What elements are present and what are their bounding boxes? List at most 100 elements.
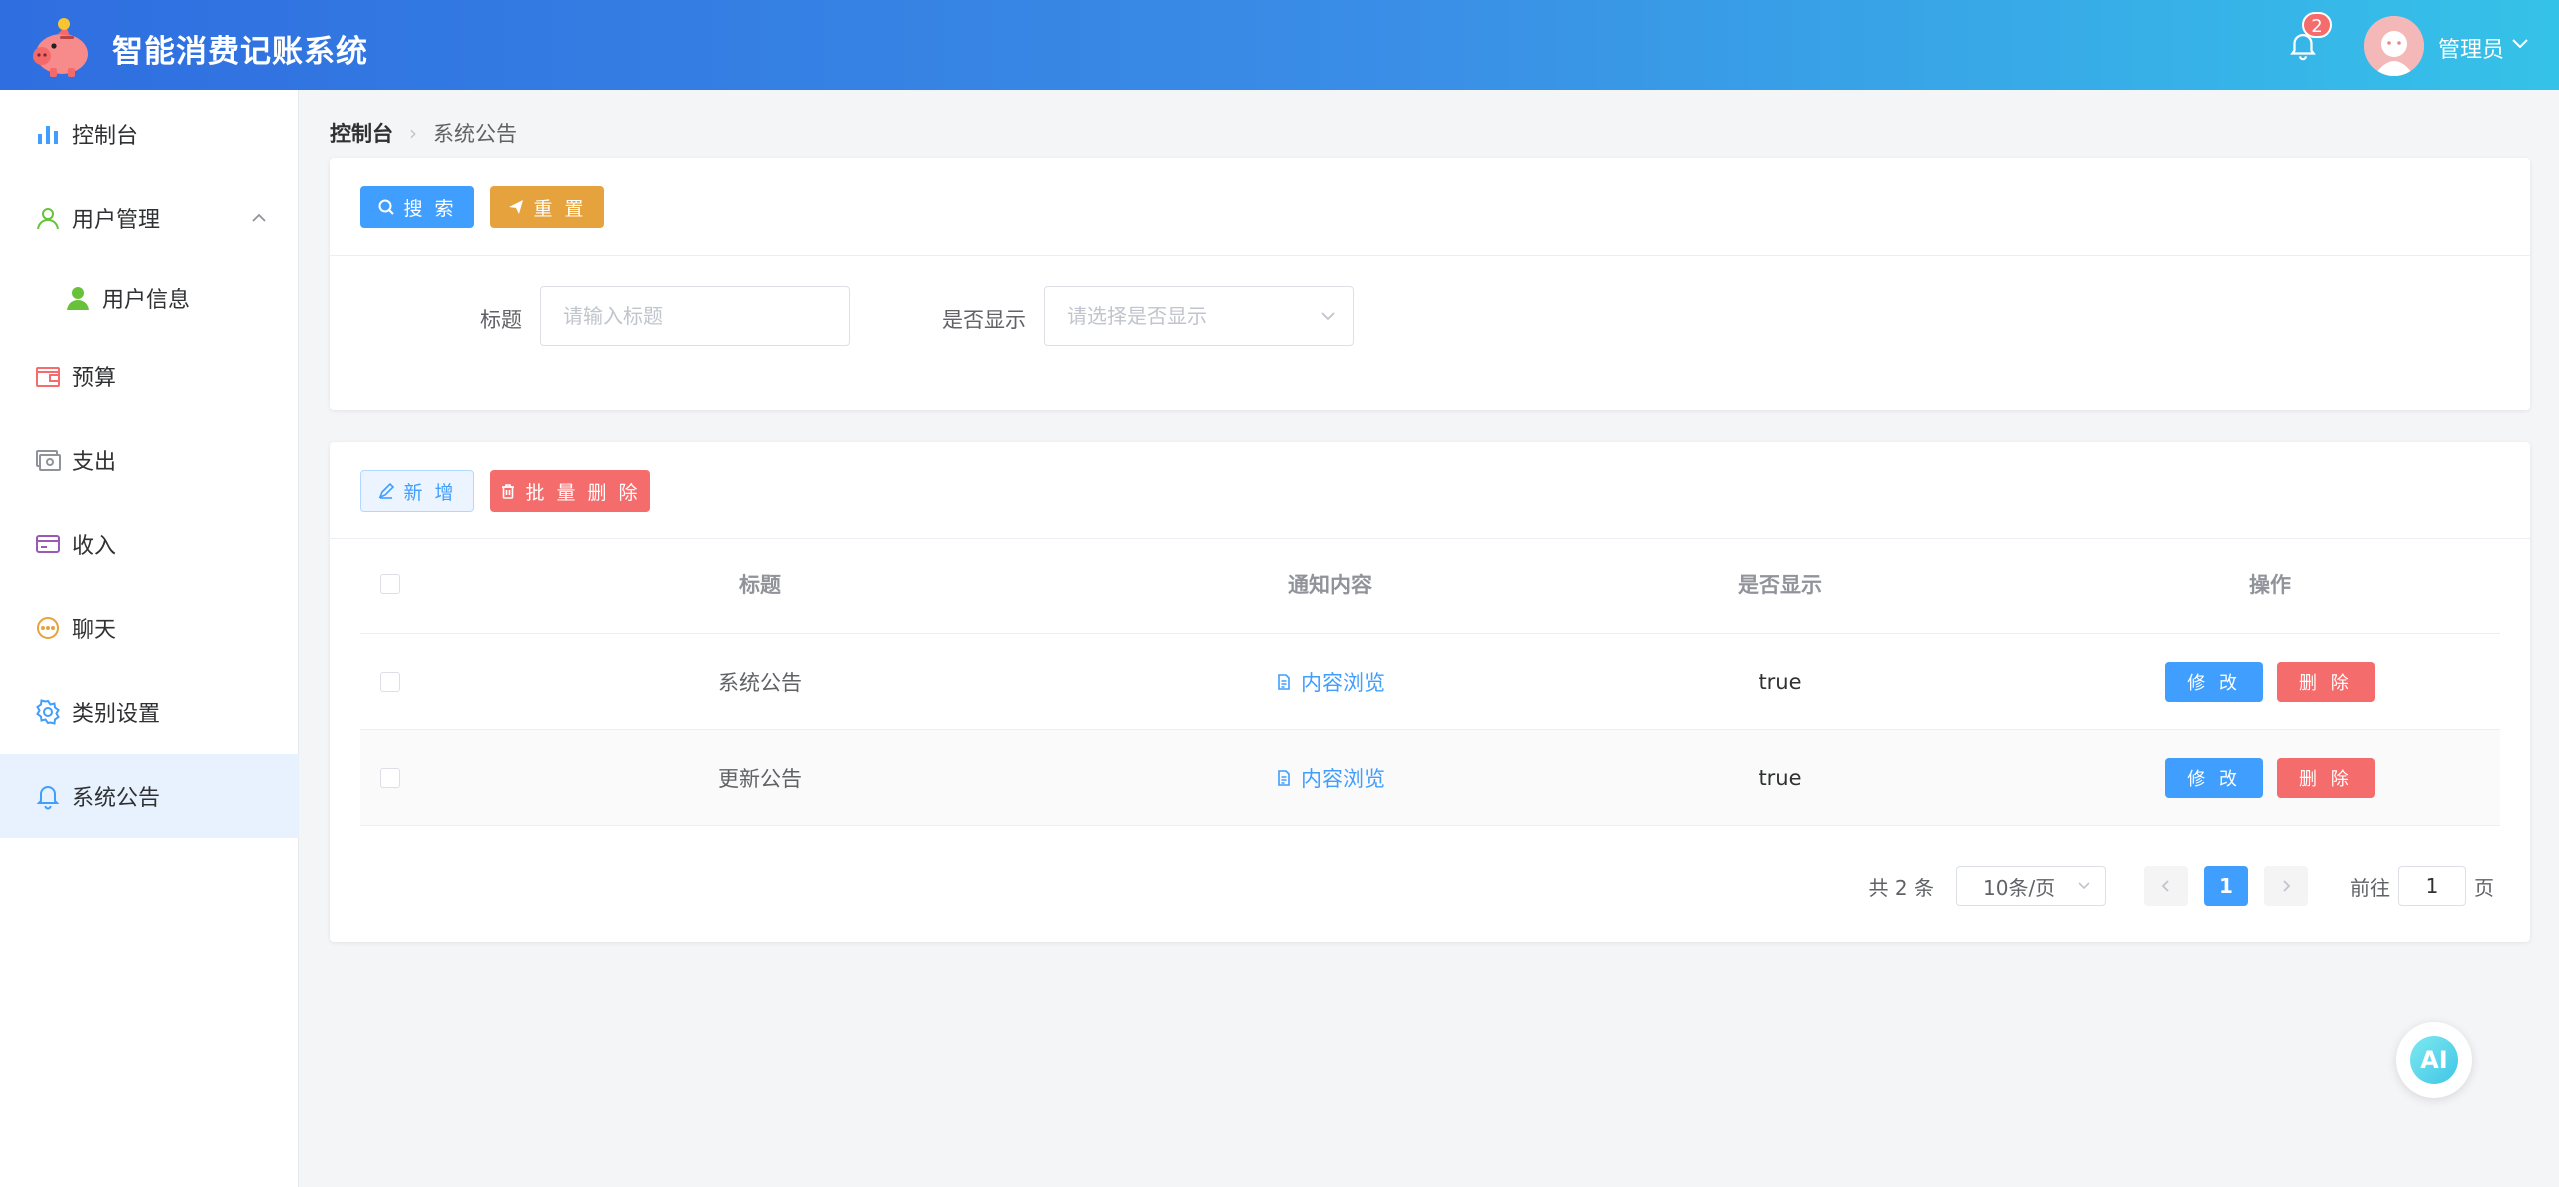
delete-button[interactable]: 删 除: [2277, 661, 2375, 702]
page-size-value: 10条/页: [1983, 875, 2056, 900]
goto-page-input[interactable]: 1: [2398, 866, 2466, 906]
user-name[interactable]: 管理员: [2438, 32, 2504, 64]
chevron-left-icon: [2161, 880, 2169, 892]
search-icon: [378, 199, 395, 215]
sidebar-item-category-settings[interactable]: 类别设置: [0, 672, 299, 752]
gear-icon: [36, 699, 60, 725]
page-number-button[interactable]: 1: [2204, 866, 2248, 906]
delete-button[interactable]: 删 除: [2277, 757, 2375, 798]
next-page-button[interactable]: [2264, 866, 2308, 906]
trash-icon: [502, 484, 515, 499]
row-title: 系统公告: [718, 670, 802, 695]
user-outline-icon: [37, 208, 59, 230]
reset-button-label: 重 置: [533, 197, 587, 220]
breadcrumb-home[interactable]: 控制台: [330, 118, 393, 148]
card-icon: [36, 535, 60, 553]
content-view-label: 内容浏览: [1301, 670, 1385, 695]
table-row: 更新公告 内容浏览 true 修 改 删 除: [360, 730, 2500, 826]
sidebar-item-dashboard[interactable]: 控制台: [0, 94, 299, 174]
top-header: 智能消费记账系统 2 管理员: [0, 0, 2559, 90]
sidebar-item-announcements[interactable]: 系统公告: [0, 754, 299, 838]
row-content-cell: 内容浏览: [1100, 634, 1560, 729]
sidebar-item-expense[interactable]: 支出: [0, 420, 299, 500]
batch-delete-button[interactable]: 批 量 删 除: [490, 470, 650, 512]
edit-button[interactable]: 修 改: [2165, 757, 2263, 798]
sidebar-item-user-info[interactable]: 用户信息: [0, 258, 299, 338]
row-show: true: [1758, 765, 1802, 790]
title-input-wrapper[interactable]: [540, 286, 850, 346]
row-checkbox[interactable]: [380, 767, 400, 788]
column-header-content: 通知内容: [1288, 572, 1372, 597]
sidebar-item-label: 用户信息: [102, 288, 191, 313]
chevron-up-icon: [252, 213, 266, 222]
table-card: 新 增 批 量 删 除 标题 通知内容 是否显示 操作 系统公告 内容浏览 tr…: [330, 442, 2530, 942]
select-all-checkbox[interactable]: [380, 573, 400, 594]
title-input[interactable]: [541, 287, 849, 345]
sidebar: 控制台 用户管理 用户信息 预算 支出 收入 聊天 类别设置 系统公告: [0, 90, 299, 1187]
reset-button[interactable]: 重 置: [490, 186, 604, 228]
ai-assistant-button[interactable]: AI: [2396, 1022, 2472, 1098]
app-title: 智能消费记账系统: [112, 34, 368, 70]
ai-label: AI: [2410, 1036, 2458, 1084]
sidebar-item-user-management[interactable]: 用户管理: [0, 178, 299, 258]
bar-chart-icon: [38, 126, 58, 144]
chevron-down-icon: [2078, 882, 2090, 890]
breadcrumb-current: 系统公告: [433, 122, 517, 146]
document-icon: [1278, 673, 1290, 690]
search-card: 搜 索 重 置 标题 是否显示: [330, 158, 2530, 410]
breadcrumb: 控制台 › 系统公告: [330, 118, 517, 148]
goto-suffix: 页: [2474, 875, 2494, 900]
piggy-bank-logo-icon: [33, 18, 88, 77]
column-header-show: 是否显示: [1738, 572, 1822, 597]
row-content-cell: 内容浏览: [1100, 730, 1560, 825]
row-actions: 修 改 删 除: [2050, 634, 2490, 729]
table-row: 系统公告 内容浏览 true 修 改 删 除: [360, 634, 2500, 730]
user-filled-icon: [67, 287, 89, 310]
chevron-down-icon: [1321, 312, 1335, 321]
wallet-icon: [36, 367, 60, 387]
sidebar-item-label: 用户管理: [72, 208, 161, 233]
bell-icon: [36, 786, 60, 810]
batch-delete-label: 批 量 删 除: [525, 481, 641, 504]
row-checkbox-cell: [360, 730, 420, 825]
edit-icon: [379, 482, 395, 499]
page-size-select[interactable]: 10条/页: [1956, 866, 2106, 906]
document-icon: [1278, 769, 1290, 786]
row-title: 更新公告: [718, 766, 802, 791]
add-button[interactable]: 新 增: [360, 470, 474, 512]
money-icon: [36, 450, 61, 471]
edit-button[interactable]: 修 改: [2165, 661, 2263, 702]
divider: [330, 255, 2530, 256]
column-header-title: 标题: [739, 572, 781, 597]
add-button-label: 新 增: [403, 481, 457, 504]
table-header: 标题 通知内容 是否显示 操作: [360, 534, 2500, 634]
row-actions: 修 改 删 除: [2050, 730, 2490, 825]
sidebar-item-label: 系统公告: [72, 786, 161, 811]
sidebar-item-income[interactable]: 收入: [0, 504, 299, 584]
breadcrumb-separator-icon: ›: [409, 121, 417, 145]
send-icon: [509, 200, 524, 214]
row-show: true: [1758, 669, 1802, 694]
header-checkbox-cell: [360, 534, 420, 633]
title-label: 标题: [480, 308, 522, 332]
search-button-label: 搜 索: [403, 197, 457, 220]
sidebar-item-label: 支出: [72, 450, 117, 475]
avatar[interactable]: [2364, 16, 2424, 76]
chevron-right-icon: [2283, 880, 2291, 892]
sidebar-item-chat[interactable]: 聊天: [0, 588, 299, 668]
show-select-input[interactable]: [1045, 287, 1353, 345]
show-select[interactable]: [1044, 286, 1354, 346]
show-label: 是否显示: [942, 308, 1026, 332]
row-checkbox[interactable]: [380, 671, 400, 692]
prev-page-button[interactable]: [2144, 866, 2188, 906]
sidebar-item-label: 预算: [72, 366, 117, 391]
column-header-actions: 操作: [2249, 572, 2291, 597]
content-view-link[interactable]: 内容浏览: [1275, 763, 1385, 793]
sidebar-item-label: 控制台: [72, 124, 139, 149]
chevron-down-icon[interactable]: [2510, 36, 2530, 52]
search-button[interactable]: 搜 索: [360, 186, 474, 228]
sidebar-item-label: 聊天: [72, 618, 117, 643]
sidebar-item-budget[interactable]: 预算: [0, 336, 299, 416]
chat-icon: [37, 617, 59, 639]
content-view-link[interactable]: 内容浏览: [1275, 667, 1385, 697]
